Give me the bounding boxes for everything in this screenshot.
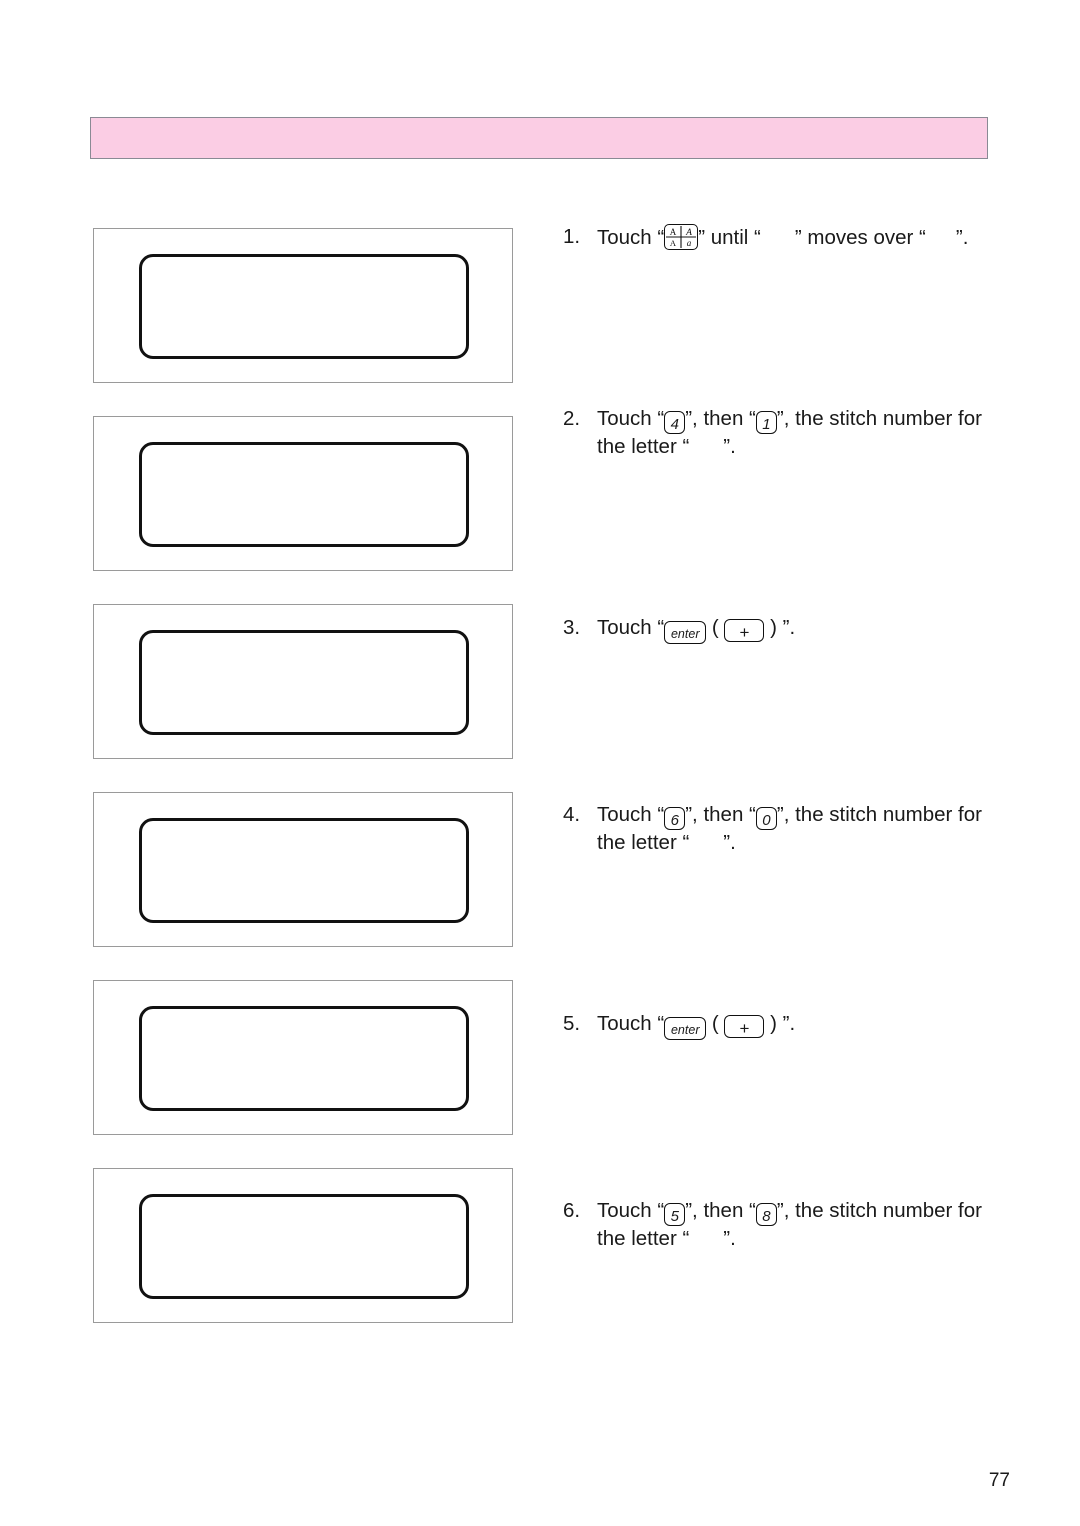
number-key-5[interactable]: 5: [664, 1203, 686, 1226]
step-text-segment: ”.: [723, 1227, 736, 1250]
instruction-steps-column: 1. Touch “A A Аa” until “” moves over “”. …: [563, 224, 1023, 1252]
instruction-step: 3. Touch “enter ( + ) ”.: [563, 615, 1023, 644]
plus-key[interactable]: +: [724, 1015, 765, 1038]
step-text-segment: the letter “: [597, 831, 690, 854]
step-number: 6.: [563, 1199, 581, 1222]
missing-glyph-placeholder: [689, 439, 723, 453]
number-key-4[interactable]: 4: [664, 411, 686, 434]
plus-key[interactable]: +: [724, 619, 765, 642]
step-text-segment: ) ”.: [764, 1012, 796, 1035]
step-text-segment: ”, then “: [685, 803, 756, 826]
lcd-screen-content: [142, 445, 466, 544]
lcd-panel: [93, 980, 513, 1135]
lcd-panel: [93, 416, 513, 571]
step-text-segment: ”, then “: [685, 1199, 756, 1222]
lcd-screen: [139, 442, 469, 547]
step-text-segment: Touch “: [597, 407, 665, 430]
step-text-segment: ) ”.: [764, 616, 796, 639]
step-text-segment: the letter “: [597, 1227, 690, 1250]
number-key-6[interactable]: 6: [664, 807, 686, 830]
svg-text:А: А: [670, 238, 677, 248]
step-text-segment: (: [706, 1012, 725, 1035]
missing-glyph-placeholder: [761, 230, 795, 244]
lcd-screen: [139, 1006, 469, 1111]
svg-text:A: A: [685, 228, 692, 238]
step-text-segment: ” moves over “: [794, 226, 926, 249]
instruction-step: 5. Touch “enter ( + ) ”.: [563, 1011, 1023, 1040]
header-banner-title: [91, 118, 987, 134]
step-text-segment: Touch “: [597, 803, 665, 826]
step-text: Touch “5”, then “8”, the stitch number f…: [597, 1198, 1023, 1252]
page-number: 77: [988, 1470, 1010, 1491]
step-text-segment: ”, then “: [685, 407, 756, 430]
lcd-panel: [93, 792, 513, 947]
step-number: 3.: [563, 616, 581, 639]
step-text-segment: Touch “: [597, 616, 665, 639]
enter-key[interactable]: enter: [664, 621, 707, 644]
missing-glyph-placeholder: [926, 230, 956, 244]
number-key-1[interactable]: 1: [755, 411, 777, 434]
step-text-segment: ”.: [723, 435, 736, 458]
number-key-0[interactable]: 0: [755, 807, 777, 830]
lcd-screen-content: [142, 1197, 466, 1296]
enter-key[interactable]: enter: [664, 1017, 707, 1040]
lcd-screen: [139, 1194, 469, 1299]
instruction-step: 6. Touch “5”, then “8”, the stitch numbe…: [563, 1198, 1023, 1252]
step-number: 5.: [563, 1012, 581, 1035]
missing-glyph-placeholder: [689, 835, 723, 849]
step-number: 1.: [563, 225, 581, 248]
lcd-screen-content: [142, 1009, 466, 1108]
step-text-segment: ”.: [955, 226, 969, 249]
lcd-screen: [139, 818, 469, 923]
lcd-screen-content: [142, 821, 466, 920]
instruction-step: 4. Touch “6”, then “0”, the stitch numbe…: [563, 802, 1023, 856]
step-text-segment: ” until “: [698, 226, 761, 249]
number-key-8[interactable]: 8: [755, 1203, 777, 1226]
step-text-segment: (: [706, 616, 725, 639]
step-text-segment: Touch “: [597, 226, 665, 249]
step-text-segment: ”, the stitch number for: [776, 803, 982, 826]
lcd-panel: [93, 228, 513, 383]
instruction-step: 1. Touch “A A Аa” until “” moves over “”.: [563, 224, 1023, 251]
character-mode-icon[interactable]: AAАa: [664, 224, 699, 250]
step-text: Touch “A A Аa” until “” moves over “”.: [597, 224, 1023, 251]
step-number: 4.: [563, 803, 581, 826]
step-text: Touch “enter ( + ) ”.: [597, 615, 1023, 644]
step-text-segment: Touch “: [597, 1012, 665, 1035]
lcd-screen: [139, 630, 469, 735]
step-text: Touch “6”, then “0”, the stitch number f…: [597, 802, 1023, 856]
missing-glyph-placeholder: [689, 1231, 723, 1245]
step-text-segment: Touch “: [597, 1199, 665, 1222]
instruction-step: 2. Touch “4”, then “1”, the stitch numbe…: [563, 406, 1023, 460]
step-text-segment: ”, the stitch number for: [776, 1199, 982, 1222]
step-text: Touch “enter ( + ) ”.: [597, 1011, 1023, 1040]
lcd-screen: [139, 254, 469, 359]
lcd-panel: [93, 1168, 513, 1323]
step-text: Touch “4”, then “1”, the stitch number f…: [597, 406, 1023, 460]
header-banner: [90, 117, 988, 159]
svg-text:a: a: [687, 238, 692, 248]
lcd-illustration-column: [93, 228, 513, 1323]
step-text-segment: ”, the stitch number for: [776, 407, 982, 430]
lcd-panel: [93, 604, 513, 759]
svg-text:A: A: [670, 227, 677, 237]
step-number: 2.: [563, 407, 581, 430]
lcd-screen-content: [142, 257, 466, 356]
step-text-segment: ”.: [723, 831, 736, 854]
lcd-screen-content: [142, 633, 466, 732]
step-text-segment: the letter “: [597, 435, 690, 458]
